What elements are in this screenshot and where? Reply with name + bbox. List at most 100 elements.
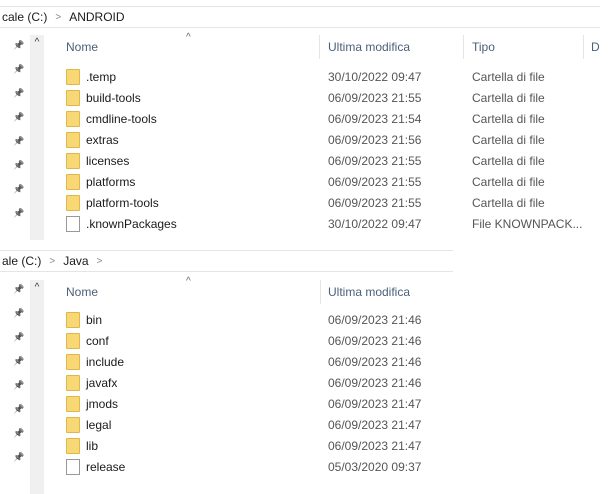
- file-name: licenses: [86, 154, 130, 168]
- column-header-extra[interactable]: D: [591, 35, 600, 59]
- cell-type: Cartella di file: [472, 133, 545, 147]
- folder-icon: [66, 132, 80, 148]
- cell-modified: 06/09/2023 21:55: [328, 91, 422, 105]
- column-divider[interactable]: [463, 35, 464, 59]
- column-header-type[interactable]: Tipo: [472, 35, 495, 59]
- cell-modified: 06/09/2023 21:46: [328, 376, 422, 390]
- cell-type: Cartella di file: [472, 112, 545, 126]
- pin-icon[interactable]: 📌: [13, 428, 25, 439]
- pin-icon[interactable]: 📌: [13, 136, 25, 147]
- file-row[interactable]: licenses: [66, 151, 129, 171]
- cell-type: Cartella di file: [472, 175, 545, 189]
- cell-modified: 06/09/2023 21:56: [328, 133, 422, 147]
- cell-type: Cartella di file: [472, 196, 545, 210]
- file-row[interactable]: jmods: [66, 394, 118, 414]
- file-row[interactable]: cmdline-tools: [66, 109, 157, 129]
- cell-modified: 06/09/2023 21:47: [328, 439, 422, 453]
- pin-icon[interactable]: 📌: [13, 160, 25, 171]
- folder-icon: [66, 396, 80, 412]
- folder-icon: [66, 153, 80, 169]
- pin-icon[interactable]: 📌: [13, 308, 25, 319]
- file-name: .temp: [86, 70, 117, 84]
- cell-modified: 06/09/2023 21:55: [328, 175, 422, 189]
- folder-icon: [66, 417, 80, 433]
- pin-icon[interactable]: 📌: [13, 404, 25, 415]
- cell-modified: 06/09/2023 21:54: [328, 112, 422, 126]
- file-name: conf: [86, 334, 109, 348]
- file-row[interactable]: lib: [66, 436, 98, 456]
- folder-icon: [66, 354, 80, 370]
- file-row[interactable]: .temp: [66, 67, 116, 87]
- sort-ascending-icon: ^: [186, 32, 191, 43]
- file-row[interactable]: include: [66, 352, 124, 372]
- folder-icon: [66, 174, 80, 190]
- breadcrumb-drive[interactable]: cale (C:): [2, 10, 47, 24]
- scroll-up-icon[interactable]: ^: [30, 282, 44, 293]
- file-row[interactable]: .knownPackages: [66, 214, 177, 234]
- folder-icon: [66, 375, 80, 391]
- file-row[interactable]: platforms: [66, 172, 135, 192]
- pin-icon[interactable]: 📌: [13, 112, 25, 123]
- cell-modified: 30/10/2022 09:47: [328, 217, 422, 231]
- pin-icon[interactable]: 📌: [13, 356, 25, 367]
- chevron-right-icon: >: [49, 255, 56, 267]
- scroll-up-icon[interactable]: ^: [30, 37, 44, 48]
- sort-ascending-icon: ^: [186, 276, 191, 287]
- file-icon: [66, 216, 80, 232]
- column-header-modified[interactable]: Ultima modifica: [328, 35, 410, 59]
- column-header-name[interactable]: Nome: [66, 35, 98, 59]
- cell-modified: 06/09/2023 21:46: [328, 334, 422, 348]
- file-name: .knownPackages: [86, 217, 177, 231]
- file-row[interactable]: extras: [66, 130, 119, 150]
- pin-icon[interactable]: 📌: [13, 208, 25, 219]
- pin-icon[interactable]: 📌: [13, 452, 25, 463]
- cell-type: Cartella di file: [472, 91, 545, 105]
- pin-icon[interactable]: 📌: [13, 40, 25, 51]
- nav-scrollbar[interactable]: ^: [30, 280, 44, 494]
- file-row[interactable]: platform-tools: [66, 193, 159, 213]
- file-row[interactable]: legal: [66, 415, 111, 435]
- pin-icon[interactable]: 📌: [13, 184, 25, 195]
- file-name: cmdline-tools: [86, 112, 157, 126]
- file-icon: [66, 459, 80, 475]
- cell-modified: 06/09/2023 21:55: [328, 154, 422, 168]
- breadcrumb-folder[interactable]: Java: [63, 254, 88, 268]
- file-name: release: [86, 460, 126, 474]
- folder-icon: [66, 333, 80, 349]
- file-name: platforms: [86, 175, 136, 189]
- chevron-right-icon: >: [96, 255, 103, 267]
- breadcrumb[interactable]: cale (C:) > ANDROID: [0, 6, 600, 28]
- explorer-window-java: ale (C:) > Java > ^ ^ Nome Ultima modifi…: [0, 248, 455, 494]
- column-divider[interactable]: [320, 280, 321, 304]
- pin-icon[interactable]: 📌: [13, 64, 25, 75]
- pin-icon[interactable]: 📌: [13, 284, 25, 295]
- file-name: javafx: [86, 376, 118, 390]
- cell-modified: 06/09/2023 21:46: [328, 355, 422, 369]
- folder-icon: [66, 111, 80, 127]
- file-row[interactable]: javafx: [66, 373, 117, 393]
- cell-modified: 06/09/2023 21:55: [328, 196, 422, 210]
- file-name: extras: [86, 133, 119, 147]
- column-header-name[interactable]: Nome: [66, 280, 98, 304]
- column-divider[interactable]: [319, 35, 320, 59]
- file-row[interactable]: conf: [66, 331, 109, 351]
- file-name: include: [86, 355, 125, 369]
- cell-type: Cartella di file: [472, 154, 545, 168]
- breadcrumb-folder[interactable]: ANDROID: [69, 10, 124, 24]
- nav-scrollbar[interactable]: ^: [30, 35, 44, 240]
- column-header-modified[interactable]: Ultima modifica: [328, 280, 410, 304]
- column-divider[interactable]: [583, 35, 584, 59]
- breadcrumb-drive[interactable]: ale (C:): [2, 254, 41, 268]
- folder-icon: [66, 69, 80, 85]
- pin-icon[interactable]: 📌: [13, 380, 25, 391]
- pin-icon[interactable]: 📌: [13, 88, 25, 99]
- file-row[interactable]: release: [66, 457, 125, 477]
- file-row[interactable]: build-tools: [66, 88, 141, 108]
- chevron-right-icon: >: [55, 11, 62, 23]
- file-name: platform-tools: [86, 196, 159, 210]
- cell-modified: 06/09/2023 21:46: [328, 313, 422, 327]
- cell-type: File KNOWNPACK...: [472, 217, 583, 231]
- pin-icon[interactable]: 📌: [13, 332, 25, 343]
- file-row[interactable]: bin: [66, 310, 102, 330]
- breadcrumb[interactable]: ale (C:) > Java >: [0, 250, 453, 272]
